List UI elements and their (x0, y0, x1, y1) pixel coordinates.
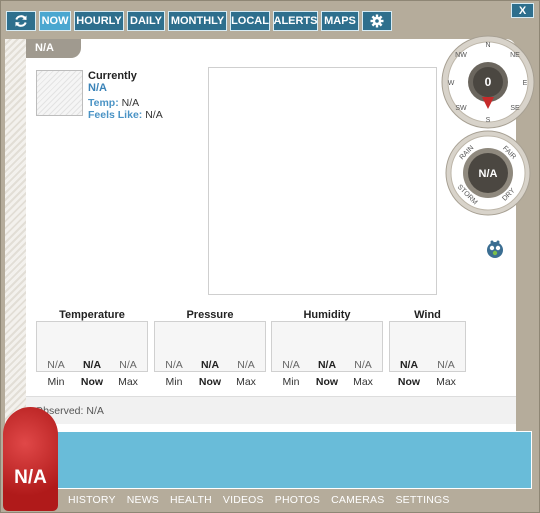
gear-icon (370, 14, 384, 28)
feels-like-value: N/A (145, 109, 163, 121)
wind-compass: N NE E SE S SW W NW 0 (441, 35, 535, 129)
tab-alerts[interactable]: ALERTS (273, 11, 318, 31)
nav-settings[interactable]: SETTINGS (395, 494, 449, 506)
pressure-max: N/A (237, 359, 255, 371)
pressure-now: N/A (200, 359, 220, 371)
pollen-icon[interactable] (484, 238, 506, 260)
humidity-min: N/A (282, 359, 300, 371)
pressure-min-label: Min (165, 376, 183, 388)
pressure-now-label: Now (198, 376, 222, 388)
temp-value: N/A (121, 97, 140, 109)
wind-max: N/A (437, 359, 455, 371)
refresh-icon (15, 15, 27, 27)
wind-title: Wind (414, 309, 441, 321)
current-feels-like: Feels Like: N/A (88, 109, 163, 121)
pressure-max-label: Max (236, 376, 256, 388)
nav-news[interactable]: NEWS (127, 494, 159, 506)
compass-n: N (485, 42, 490, 49)
wind-max-label: Max (436, 376, 456, 388)
humidity-min-label: Min (282, 376, 300, 388)
bottom-nav: HISTORY NEWS HEALTH VIDEOS PHOTOS CAMERA… (68, 494, 450, 506)
pressure-title: Pressure (186, 309, 234, 321)
wind-now-label: Now (397, 376, 421, 388)
settings-button[interactable] (362, 11, 392, 31)
close-button[interactable]: X (511, 3, 534, 18)
observed-time: Observed: N/A (26, 396, 516, 424)
compass-e: E (523, 80, 528, 87)
panel-edge-decoration (5, 39, 26, 431)
compass-s: S (486, 117, 491, 124)
wind-now: N/A (399, 359, 419, 371)
barometer-gauge: RAIN FAIR STORM DRY N/A (445, 130, 531, 216)
current-condition: N/A (88, 82, 107, 94)
compass-ne: NE (510, 52, 520, 59)
temperature-min: N/A (47, 359, 65, 371)
humidity-now-label: Now (315, 376, 339, 388)
humidity-max-label: Max (353, 376, 373, 388)
tab-daily[interactable]: DAILY (127, 11, 165, 31)
tab-hourly[interactable]: HOURLY (74, 11, 124, 31)
current-title: Currently (88, 70, 137, 82)
nav-cameras[interactable]: CAMERAS (331, 494, 384, 506)
compass-sw: SW (455, 105, 467, 112)
nav-photos[interactable]: PHOTOS (275, 494, 320, 506)
temperature-drop-badge (3, 407, 58, 511)
tab-local[interactable]: LOCAL (230, 11, 270, 31)
wind-direction-value: 0 (485, 75, 492, 89)
temperature-max-label: Max (118, 376, 138, 388)
temperature-now: N/A (82, 359, 102, 371)
tab-monthly[interactable]: MONTHLY (168, 11, 227, 31)
temperature-title: Temperature (59, 309, 125, 321)
condition-image (36, 70, 83, 116)
compass-w: W (448, 80, 455, 87)
humidity-now: N/A (317, 359, 337, 371)
refresh-button[interactable] (6, 11, 36, 31)
temperature-min-label: Min (47, 376, 65, 388)
temp-label: Temp: (88, 97, 119, 109)
compass-se: SE (510, 105, 520, 112)
tab-maps[interactable]: MAPS (321, 11, 359, 31)
tab-now[interactable]: NOW (39, 11, 71, 31)
current-temp: Temp: N/A (88, 97, 139, 109)
humidity-title: Humidity (303, 309, 351, 321)
temperature-max: N/A (119, 359, 137, 371)
humidity-max: N/A (354, 359, 372, 371)
nav-health[interactable]: HEALTH (170, 494, 212, 506)
pressure-min: N/A (165, 359, 183, 371)
top-nav: NOW HOURLY DAILY MONTHLY LOCAL ALERTS MA… (6, 11, 392, 32)
big-temperature: N/A (14, 467, 47, 488)
temperature-now-label: Now (80, 376, 104, 388)
nav-history[interactable]: HISTORY (68, 494, 116, 506)
feels-like-label: Feels Like: (88, 109, 143, 121)
location-tab[interactable]: N/A (26, 39, 81, 58)
nav-videos[interactable]: VIDEOS (223, 494, 264, 506)
pressure-trend-value: N/A (479, 168, 498, 180)
forecast-bar (50, 431, 532, 489)
compass-nw: NW (455, 52, 467, 59)
radar-map[interactable] (208, 67, 437, 295)
